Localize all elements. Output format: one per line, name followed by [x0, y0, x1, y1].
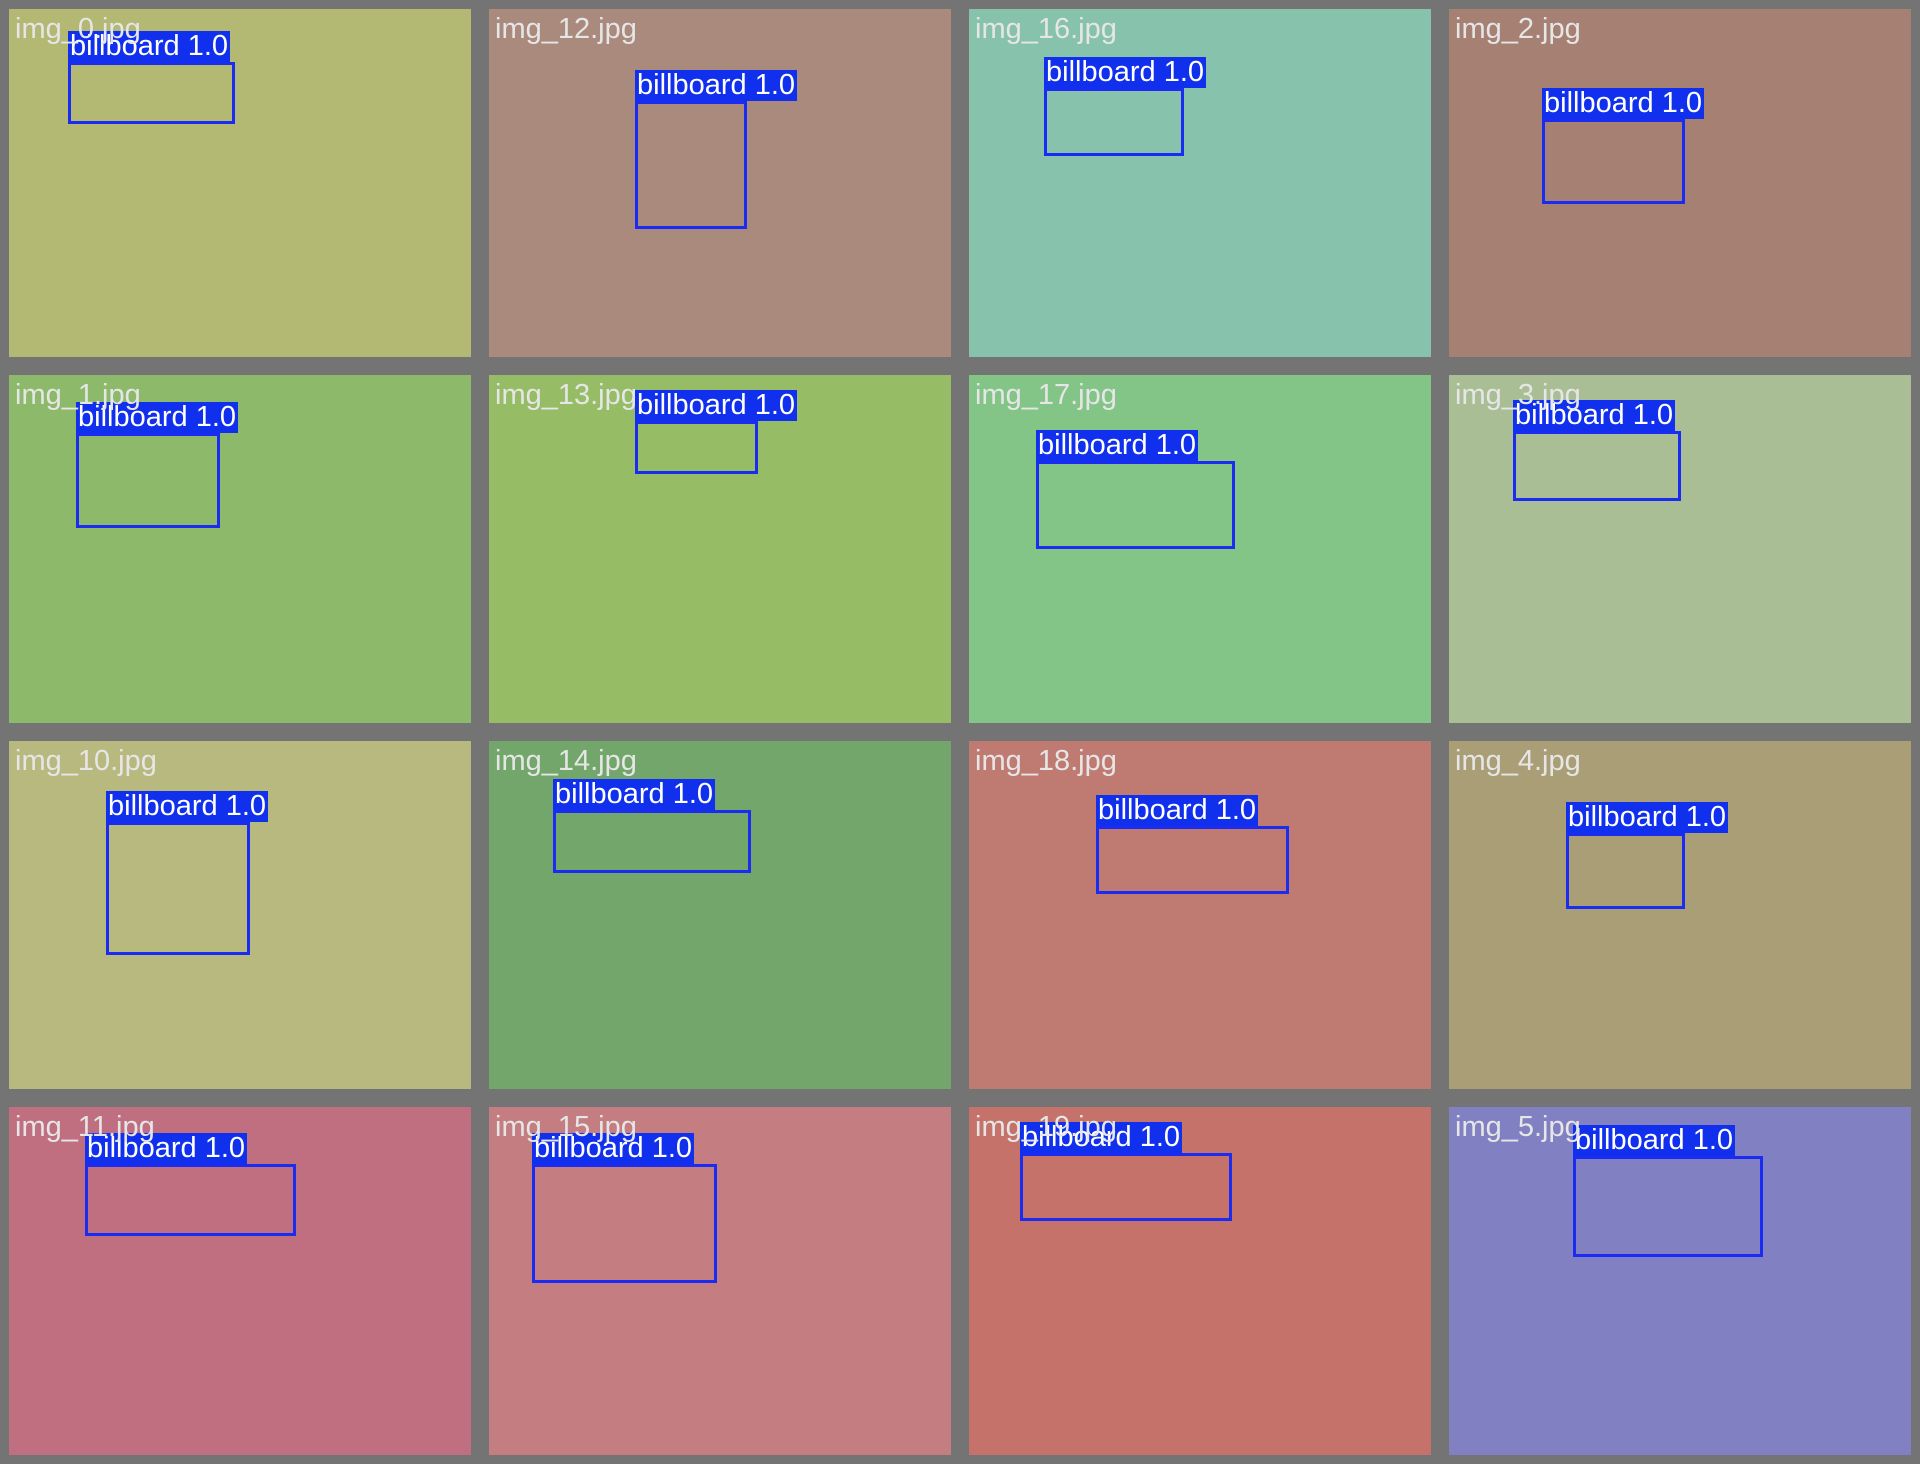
- detection-score: 1.0: [754, 69, 796, 101]
- image-tile[interactable]: billboard 1.0 img_11.jpg: [0, 1098, 480, 1464]
- detection-label: billboard 1.0: [1566, 801, 1729, 833]
- detection-label: billboard 1.0: [1542, 87, 1705, 119]
- image-filename: img_15.jpg: [495, 1111, 637, 1143]
- detection-box: [1542, 119, 1685, 204]
- detection-score: 1.0: [1139, 1121, 1181, 1153]
- detection-box: [635, 421, 758, 474]
- image-filename: img_2.jpg: [1455, 13, 1581, 45]
- detection-class: billboard: [1568, 801, 1678, 833]
- detection-class: billboard: [1575, 1124, 1685, 1156]
- image-filename: img_17.jpg: [975, 379, 1117, 411]
- image-tile[interactable]: billboard 1.0 img_4.jpg: [1440, 732, 1920, 1098]
- detection-box: [532, 1164, 717, 1283]
- detection-label: billboard 1.0: [1573, 1124, 1736, 1156]
- image-tile[interactable]: billboard 1.0 img_17.jpg: [960, 366, 1440, 732]
- detection-label: billboard 1.0: [635, 389, 798, 421]
- image-filename: img_12.jpg: [495, 13, 637, 45]
- detection-box: [68, 62, 235, 124]
- image-tile[interactable]: billboard 1.0 img_13.jpg: [480, 366, 960, 732]
- image-filename: img_5.jpg: [1455, 1111, 1581, 1143]
- detection-score: 1.0: [187, 30, 229, 62]
- detection-class: billboard: [637, 389, 747, 421]
- detection-score: 1.0: [204, 1132, 246, 1164]
- detection-box: [635, 101, 747, 229]
- detection-class: billboard: [1046, 56, 1156, 88]
- detection-score: 1.0: [195, 401, 237, 433]
- image-tile[interactable]: billboard 1.0 img_15.jpg: [480, 1098, 960, 1464]
- detection-score: 1.0: [754, 389, 796, 421]
- detection-box: [1036, 461, 1235, 549]
- detection-score: 1.0: [225, 790, 267, 822]
- image-filename: img_11.jpg: [15, 1111, 155, 1143]
- detection-box: [1020, 1153, 1232, 1221]
- detection-label: billboard 1.0: [553, 778, 716, 810]
- detection-class: billboard: [1098, 794, 1208, 826]
- image-filename: img_16.jpg: [975, 13, 1117, 45]
- detection-score: 1.0: [1163, 56, 1205, 88]
- detection-label: billboard 1.0: [1096, 794, 1259, 826]
- image-tile[interactable]: billboard 1.0 img_12.jpg: [480, 0, 960, 366]
- detection-class: billboard: [1038, 429, 1148, 461]
- image-filename: img_0.jpg: [15, 13, 141, 45]
- detection-score: 1.0: [1155, 429, 1197, 461]
- detection-label: billboard 1.0: [106, 790, 269, 822]
- detection-box: [1573, 1156, 1763, 1257]
- image-filename: img_14.jpg: [495, 745, 637, 777]
- image-tile[interactable]: billboard 1.0 img_0.jpg: [0, 0, 480, 366]
- image-filename: img_3.jpg: [1455, 379, 1581, 411]
- detection-box: [1566, 833, 1685, 909]
- image-tile[interactable]: billboard 1.0 img_18.jpg: [960, 732, 1440, 1098]
- image-filename: img_10.jpg: [15, 745, 157, 777]
- detection-score: 1.0: [672, 778, 714, 810]
- image-tile[interactable]: billboard 1.0 img_1.jpg: [0, 366, 480, 732]
- image-tile[interactable]: billboard 1.0 img_5.jpg: [1440, 1098, 1920, 1464]
- detection-box: [76, 433, 220, 528]
- detection-box: [106, 822, 250, 955]
- detection-box: [85, 1164, 296, 1236]
- image-tile[interactable]: billboard 1.0 img_19.jpg: [960, 1098, 1440, 1464]
- image-tile[interactable]: billboard 1.0 img_16.jpg: [960, 0, 1440, 366]
- detection-class: billboard: [108, 790, 218, 822]
- image-tile[interactable]: billboard 1.0 img_3.jpg: [1440, 366, 1920, 732]
- image-filename: img_19.jpg: [975, 1111, 1117, 1143]
- detection-score: 1.0: [1215, 794, 1257, 826]
- detection-label: billboard 1.0: [1044, 56, 1207, 88]
- detection-box: [1513, 431, 1681, 501]
- detection-score: 1.0: [1685, 801, 1727, 833]
- detection-class: billboard: [555, 778, 665, 810]
- image-filename: img_18.jpg: [975, 745, 1117, 777]
- detection-score: 1.0: [1661, 87, 1703, 119]
- image-filename: img_1.jpg: [15, 379, 141, 411]
- detection-grid: billboard 1.0 img_0.jpg billboard 1.0 img_1…: [0, 0, 1920, 1464]
- detection-label: billboard 1.0: [635, 69, 798, 101]
- detection-score: 1.0: [651, 1132, 693, 1164]
- image-filename: img_13.jpg: [495, 379, 637, 411]
- detection-label: billboard 1.0: [1036, 429, 1199, 461]
- detection-class: billboard: [637, 69, 747, 101]
- detection-score: 1.0: [1632, 399, 1674, 431]
- image-tile[interactable]: billboard 1.0 img_10.jpg: [0, 732, 480, 1098]
- image-tile[interactable]: billboard 1.0 img_2.jpg: [1440, 0, 1920, 366]
- detection-class: billboard: [1544, 87, 1654, 119]
- detection-score: 1.0: [1692, 1124, 1734, 1156]
- detection-box: [1044, 88, 1184, 156]
- image-filename: img_4.jpg: [1455, 745, 1581, 777]
- image-tile[interactable]: billboard 1.0 img_14.jpg: [480, 732, 960, 1098]
- detection-box: [1096, 826, 1289, 894]
- detection-box: [553, 810, 751, 873]
